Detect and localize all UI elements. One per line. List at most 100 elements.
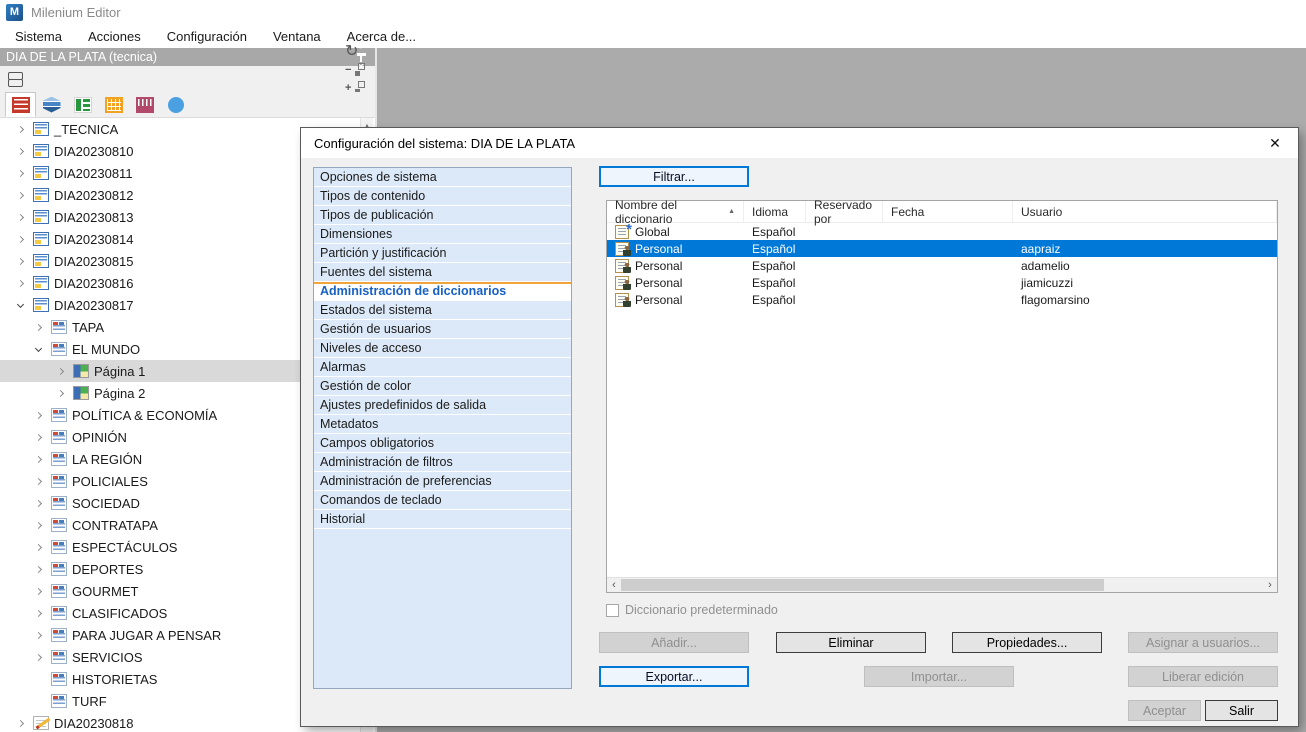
scroll-right-icon[interactable]: › [1263, 578, 1277, 592]
chevron-right-icon[interactable] [28, 589, 48, 594]
settings-nav-item[interactable]: Partición y justificación [314, 244, 571, 263]
tree-item-label: Página 2 [94, 386, 145, 401]
salir-button[interactable]: Salir [1205, 700, 1278, 721]
column-header[interactable]: Fecha [883, 201, 1013, 222]
settings-nav-item[interactable]: Administración de preferencias [314, 472, 571, 491]
refresh-icon-glyph: ↻ [345, 44, 358, 60]
chevron-right-icon[interactable] [28, 611, 48, 616]
chevron-right-icon[interactable] [28, 457, 48, 462]
collapse-tree-icon[interactable]: − [345, 61, 367, 79]
chevron-right-icon[interactable] [28, 413, 48, 418]
chevron-right-icon[interactable] [10, 215, 30, 220]
dialog-close-icon[interactable]: ✕ [1264, 132, 1286, 154]
settings-nav-item[interactable]: Metadatos [314, 415, 571, 434]
settings-nav-item[interactable]: Opciones de sistema [314, 168, 571, 187]
chevron-down-icon[interactable] [10, 304, 30, 307]
newspaper-icon [33, 122, 49, 136]
settings-nav-item[interactable]: Gestión de color [314, 377, 571, 396]
table-row[interactable]: PersonalEspañoladamelio [607, 257, 1277, 274]
cell-text: adamelio [1021, 259, 1070, 273]
settings-nav-item[interactable]: Gestión de usuarios [314, 320, 571, 339]
chevron-right-icon[interactable] [50, 369, 70, 374]
menu-item-1[interactable]: Acciones [75, 26, 154, 47]
settings-nav-item[interactable]: Administración de diccionarios [314, 282, 571, 301]
tab-grid[interactable] [98, 92, 129, 117]
chevron-right-icon[interactable] [28, 479, 48, 484]
tab-layers[interactable] [36, 92, 67, 117]
settings-nav-item[interactable]: Campos obligatorios [314, 434, 571, 453]
eliminar-button[interactable]: Eliminar [776, 632, 926, 653]
chevron-right-icon[interactable] [28, 655, 48, 660]
settings-nav-item[interactable]: Niveles de acceso [314, 339, 571, 358]
settings-nav-item[interactable]: Dimensiones [314, 225, 571, 244]
section-icon [51, 518, 67, 532]
filtrar-button[interactable]: Filtrar... [599, 166, 749, 187]
settings-nav-item[interactable]: Tipos de contenido [314, 187, 571, 206]
exportar-button[interactable]: Exportar... [599, 666, 749, 687]
chevron-right-icon[interactable] [10, 193, 30, 198]
chevron-right-icon[interactable] [28, 633, 48, 638]
chevron-right-icon[interactable] [50, 391, 70, 396]
chevron-right-icon[interactable] [28, 501, 48, 506]
chevron-right-icon[interactable] [28, 523, 48, 528]
chevron-right-icon[interactable] [10, 237, 30, 242]
table-row[interactable]: PersonalEspañoljiamicuzzi [607, 274, 1277, 291]
chevron-right-icon[interactable] [28, 325, 48, 330]
settings-nav-item[interactable]: Comandos de teclado [314, 491, 571, 510]
chevron-right-icon[interactable] [28, 435, 48, 440]
tab-roll[interactable] [129, 92, 160, 117]
table-horizontal-scrollbar[interactable]: ‹ › [607, 577, 1277, 592]
tree-item-label: LA REGIÓN [72, 452, 142, 467]
chevron-right-icon[interactable] [28, 567, 48, 572]
column-header[interactable]: Idioma [744, 201, 806, 222]
cell-fecha [883, 274, 1013, 291]
chevron-right-icon[interactable] [10, 171, 30, 176]
settings-nav-item[interactable]: Administración de filtros [314, 453, 571, 472]
settings-nav-item[interactable]: Fuentes del sistema [314, 263, 571, 282]
checkbox-box[interactable] [606, 604, 619, 617]
column-header-label: Fecha [891, 205, 924, 219]
settings-nav-item[interactable]: Estados del sistema [314, 301, 571, 320]
menu-item-0[interactable]: Sistema [2, 26, 75, 47]
section-icon [51, 430, 67, 444]
tab-layout[interactable] [67, 92, 98, 117]
settings-nav-item[interactable]: Ajustes predefinidos de salida [314, 396, 571, 415]
tab-publication[interactable] [5, 92, 36, 117]
scrollbar-thumb[interactable] [621, 579, 1104, 591]
settings-nav-item[interactable]: Tipos de publicación [314, 206, 571, 225]
tab-sphere[interactable] [160, 92, 191, 117]
settings-nav-item[interactable]: Alarmas [314, 358, 571, 377]
refresh-icon[interactable]: ↻ [345, 43, 367, 61]
chevron-right-icon[interactable] [10, 281, 30, 286]
column-header[interactable]: Usuario [1013, 201, 1277, 222]
chevron-down-icon[interactable] [28, 348, 48, 351]
newspaper-icon [33, 298, 49, 312]
tree-item-label: GOURMET [72, 584, 138, 599]
menu-item-2[interactable]: Configuración [154, 26, 260, 47]
chevron-right-icon[interactable] [10, 149, 30, 154]
propiedades-button[interactable]: Propiedades... [952, 632, 1102, 653]
settings-nav-item[interactable]: Historial [314, 510, 571, 529]
chevron-right-icon[interactable] [10, 127, 30, 132]
tree-item-label: DIA20230812 [54, 188, 134, 203]
table-row[interactable]: GlobalEspañol [607, 223, 1277, 240]
section-icon [51, 540, 67, 554]
section-icon [51, 474, 67, 488]
chevron-right-icon[interactable] [10, 259, 30, 264]
default-dictionary-checkbox[interactable]: Diccionario predeterminado [606, 603, 778, 617]
section-icon [51, 672, 67, 686]
scroll-left-icon[interactable]: ‹ [607, 578, 621, 592]
menu-item-3[interactable]: Ventana [260, 26, 334, 47]
table-row[interactable]: PersonalEspañolflagomarsino [607, 291, 1277, 308]
cell-usuario: jiamicuzzi [1013, 274, 1277, 291]
tree-item-label: POLÍTICA & ECONOMÍA [72, 408, 217, 423]
column-header[interactable]: Nombre del diccionario▲ [607, 201, 744, 222]
column-header[interactable]: Reservado por [806, 201, 883, 222]
newspaper-icon [33, 232, 49, 246]
chevron-right-icon[interactable] [10, 721, 30, 726]
column-header-label: Idioma [752, 205, 788, 219]
batch-queue-icon[interactable] [8, 71, 26, 87]
cell-name: Personal [607, 274, 744, 291]
table-row[interactable]: PersonalEspañolaapraiz [607, 240, 1277, 257]
chevron-right-icon[interactable] [28, 545, 48, 550]
